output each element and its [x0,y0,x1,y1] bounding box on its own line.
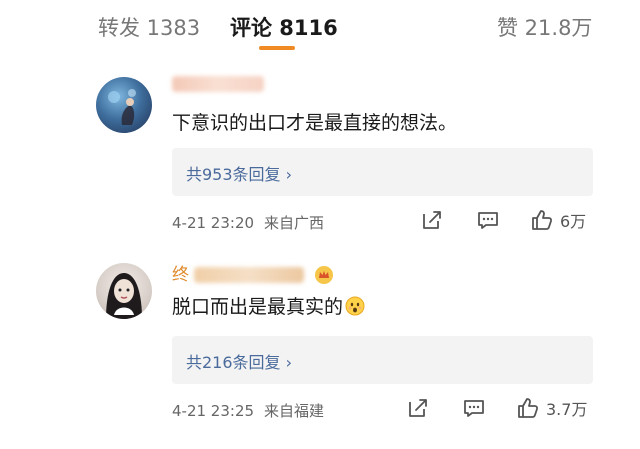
tab-comments[interactable]: 评论 8116 [230,12,338,42]
like-button[interactable]: 6万 [530,208,586,232]
crown-badge-icon [314,265,334,285]
replies-count: 共216条回复 › [186,353,293,372]
comment-location: 来自广西 [264,214,325,232]
comment-date: 4-21 23:20 [172,214,255,232]
tab-likes[interactable]: 赞 21.8万 [497,12,592,42]
avatar[interactable] [96,77,152,133]
comment-text: 脱口而出是最真实的 [172,292,365,319]
comment-location: 来自福建 [264,402,325,420]
active-tab-indicator [259,46,295,50]
username[interactable] [172,74,264,96]
reply-button[interactable] [476,208,500,232]
comment-item: 下意识的出口才是最直接的想法。 共953条回复 › 4-21 23:20 来自广西… [0,70,640,250]
thumbs-up-icon [532,210,553,230]
like-count: 3.7万 [546,400,588,419]
comment-icon [464,400,484,417]
username[interactable]: 终 [172,260,334,285]
share-button[interactable] [406,396,430,420]
avatar[interactable] [96,263,152,319]
comment-tabs: 转发 1383 评论 8116 赞 21.8万 [0,0,640,58]
thumbs-up-icon [518,398,539,418]
face-emoji-icon [345,296,365,316]
comment-meta: 4-21 23:20 来自广西 [172,212,324,233]
like-count: 6万 [560,212,587,231]
comment-text-body: 脱口而出是最真实的 [172,296,344,318]
username-text: 终 [172,265,189,285]
blurred-username [172,76,264,92]
comment-date: 4-21 23:25 [172,402,255,420]
comment-icon [478,212,498,229]
reply-button[interactable] [462,396,486,420]
share-icon [409,399,427,417]
replies-link[interactable]: 共216条回复 › [172,336,593,384]
tab-repost[interactable]: 转发 1383 [98,12,200,42]
replies-count: 共953条回复 › [186,165,293,184]
blurred-username [194,267,305,283]
replies-link[interactable]: 共953条回复 › [172,148,593,196]
comment-text: 下意识的出口才是最直接的想法。 [172,112,458,134]
comment-meta: 4-21 23:25 来自福建 [172,400,324,421]
like-button[interactable]: 3.7万 [516,396,587,420]
share-button[interactable] [420,208,444,232]
comment-item: 终 脱口而出是最真实的 共216条回复 › 4-21 23:25 来自福建 3.… [0,256,640,446]
share-icon [423,211,441,229]
